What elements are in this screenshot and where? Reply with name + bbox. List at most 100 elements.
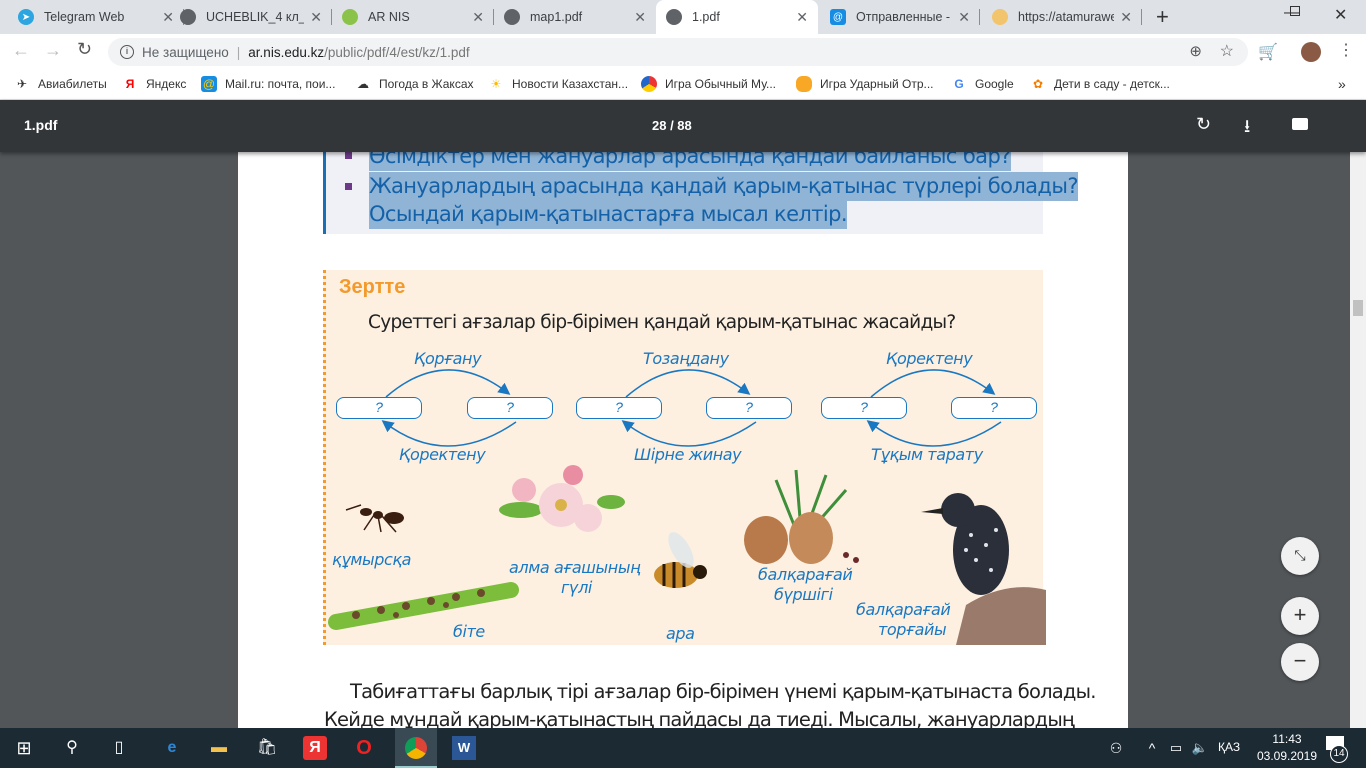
bookmark-game2[interactable]: Игра Ударный Отр... [796, 76, 934, 92]
bookmark-kids[interactable]: ✿ Дети в саду - детск... [1030, 76, 1170, 92]
arrow-top-2 [625, 369, 751, 398]
yandex-browser-icon[interactable]: Я [303, 736, 327, 760]
show-hidden-icons[interactable]: ^ [1140, 736, 1164, 760]
volume-icon[interactable]: 🔈 [1188, 736, 1212, 760]
people-icon[interactable]: ⚇ [1104, 736, 1128, 760]
info-icon: i [120, 45, 134, 59]
tab-atamura[interactable]: https://atamurawe ✕ [982, 0, 1142, 34]
opera-icon[interactable]: O [352, 736, 376, 760]
research-box: Зертте Суреттегі ағзалар бір-бірімен қан… [323, 270, 1046, 645]
page-indicator[interactable]: 28 / 88 [652, 118, 692, 133]
caption-cone-1: балқарағай [758, 565, 853, 584]
bookmark-aviabilety[interactable]: ✈ Авиабилеты [14, 76, 107, 92]
bee-image [654, 532, 707, 588]
tab-strip: ➤Telegram Web✕ UCHEBLIK_4 кл_КА✕ AR NIS✕… [0, 0, 1366, 34]
tab-mail[interactable]: @ Отправленные - Г ✕ [820, 0, 980, 34]
section-question: Суреттегі ағзалар бір-бірімен қандай қар… [368, 312, 956, 333]
arrow-bottom-2 [621, 420, 757, 447]
close-tab-icon[interactable]: ✕ [310, 9, 322, 26]
back-button[interactable]: ← [12, 40, 30, 61]
bookmark-google[interactable]: G Google [951, 76, 1013, 92]
question-2: Жануарлардың арасында қандай қарым-қатын… [369, 172, 1078, 201]
answer-box[interactable]: ? [336, 397, 422, 419]
cycle-1-top: Қорғану [414, 349, 482, 368]
tab-telegram[interactable]: ➤ Telegram Web ✕ [8, 0, 184, 34]
bookmark-game1[interactable]: Игра Обычный Му... [641, 76, 776, 92]
zoom-out-button[interactable]: − [1281, 643, 1319, 681]
language-indicator[interactable]: ҚАЗ [1218, 740, 1240, 754]
tab-1pdf[interactable]: 1.pdf ✕ [656, 0, 818, 34]
globe-icon [504, 9, 520, 25]
forward-button[interactable]: → [44, 40, 62, 61]
weather-icon: ☁ [357, 77, 369, 91]
cart-extension-icon[interactable]: 🛒 [1258, 42, 1278, 62]
close-window-button[interactable]: ✕ [1334, 5, 1347, 25]
bookmark-mailru[interactable]: @ Mail.ru: почта, пои... [201, 76, 335, 92]
answer-box[interactable]: ? [951, 397, 1037, 419]
arrow-top-1 [385, 369, 511, 398]
zoom-in-button[interactable]: + [1281, 597, 1319, 635]
caption-flower-1: алма ағашының [509, 558, 641, 577]
zoom-icon[interactable]: ⊕ [1189, 42, 1202, 60]
arrow-bottom-1 [381, 420, 517, 447]
telegram-icon: ➤ [18, 9, 34, 25]
question-3: Осындай қарым-қатынастарға мысал келтір. [369, 200, 848, 229]
atamura-icon [992, 9, 1008, 25]
address-bar[interactable]: i Не защищено | ar.nis.edu.kz/public/pdf… [108, 38, 1248, 66]
mailru-icon: @ [201, 76, 217, 92]
bookmark-yandex[interactable]: Я Яндекс [122, 76, 187, 92]
pine-cones-image [744, 469, 859, 564]
close-tab-icon[interactable]: ✕ [634, 9, 646, 26]
menu-icon[interactable]: ⋮ [1338, 40, 1354, 60]
download-icon[interactable]: ⭳ [1244, 114, 1250, 144]
fit-page-button[interactable]: ⤡ [1281, 537, 1319, 575]
clock-date[interactable]: 03.09.2019 [1252, 749, 1322, 763]
answer-box[interactable]: ? [467, 397, 553, 419]
caption-ant: құмырсқа [332, 550, 412, 569]
scrollbar[interactable] [1350, 152, 1366, 728]
search-icon[interactable]: ⚲ [60, 736, 84, 760]
cycle-3-top: Қоректену [886, 349, 973, 368]
nis-icon [342, 9, 358, 25]
tab-ar-nis[interactable]: AR NIS ✕ [332, 0, 494, 34]
security-label: Не защищено [142, 44, 229, 60]
clock-time[interactable]: 11:43 [1262, 732, 1312, 746]
more-bookmarks-button[interactable]: » [1338, 76, 1346, 92]
sun-icon: ☀ [490, 77, 502, 91]
paragraph-line-2: Кейде мұндай қарым-қатынастың пайдасы да… [324, 708, 1075, 728]
answer-box[interactable]: ? [821, 397, 907, 419]
close-tab-icon[interactable]: ✕ [796, 9, 808, 26]
tab-map1[interactable]: map1.pdf ✕ [494, 0, 656, 34]
close-tab-icon[interactable]: ✕ [958, 9, 970, 26]
bookmark-news[interactable]: ☀ Новости Казахстан... [488, 76, 628, 92]
scrollbar-thumb[interactable] [1353, 300, 1363, 316]
bullet-icon [345, 152, 352, 159]
windows-start-icon[interactable]: ⊞ [12, 736, 36, 760]
avatar[interactable] [1301, 42, 1321, 62]
close-tab-icon[interactable]: ✕ [472, 9, 484, 26]
word-icon[interactable]: W [452, 736, 476, 760]
print-icon[interactable] [1292, 118, 1308, 130]
store-icon[interactable]: 🛍 [255, 736, 279, 760]
bookmark-weather[interactable]: ☁ Погода в Жаксах [355, 76, 474, 92]
caption-aphid: біте [453, 622, 485, 641]
edge-icon[interactable]: e [160, 736, 184, 760]
rotate-icon[interactable]: ↻ [1196, 114, 1211, 135]
task-view-icon[interactable]: ▯ [107, 736, 131, 760]
new-tab-button[interactable]: + [1156, 4, 1169, 30]
reload-button[interactable]: ↻ [77, 39, 92, 60]
star-icon[interactable]: ☆ [1220, 41, 1234, 61]
restore-button[interactable] [1290, 6, 1300, 16]
taskbar: ⊞ ⚲ ▯ e ▬ 🛍 Я O W ⚇ ^ ▭ 🔈 ҚАЗ 11:43 03.0… [0, 728, 1366, 768]
close-tab-icon[interactable]: ✕ [1120, 9, 1132, 26]
chrome-taskbar-icon[interactable] [395, 728, 437, 768]
pdf-title: 1.pdf [24, 117, 58, 133]
tab-ucheblik[interactable]: UCHEBLIK_4 кл_КА✕ [170, 0, 332, 34]
answer-box[interactable]: ? [706, 397, 792, 419]
file-explorer-icon[interactable]: ▬ [207, 736, 231, 760]
arrow-bottom-3 [866, 420, 1002, 447]
answer-box[interactable]: ? [576, 397, 662, 419]
yandex-icon: Я [125, 77, 135, 91]
caption-cone-2: бүршігі [774, 585, 833, 604]
battery-icon[interactable]: ▭ [1164, 736, 1188, 760]
